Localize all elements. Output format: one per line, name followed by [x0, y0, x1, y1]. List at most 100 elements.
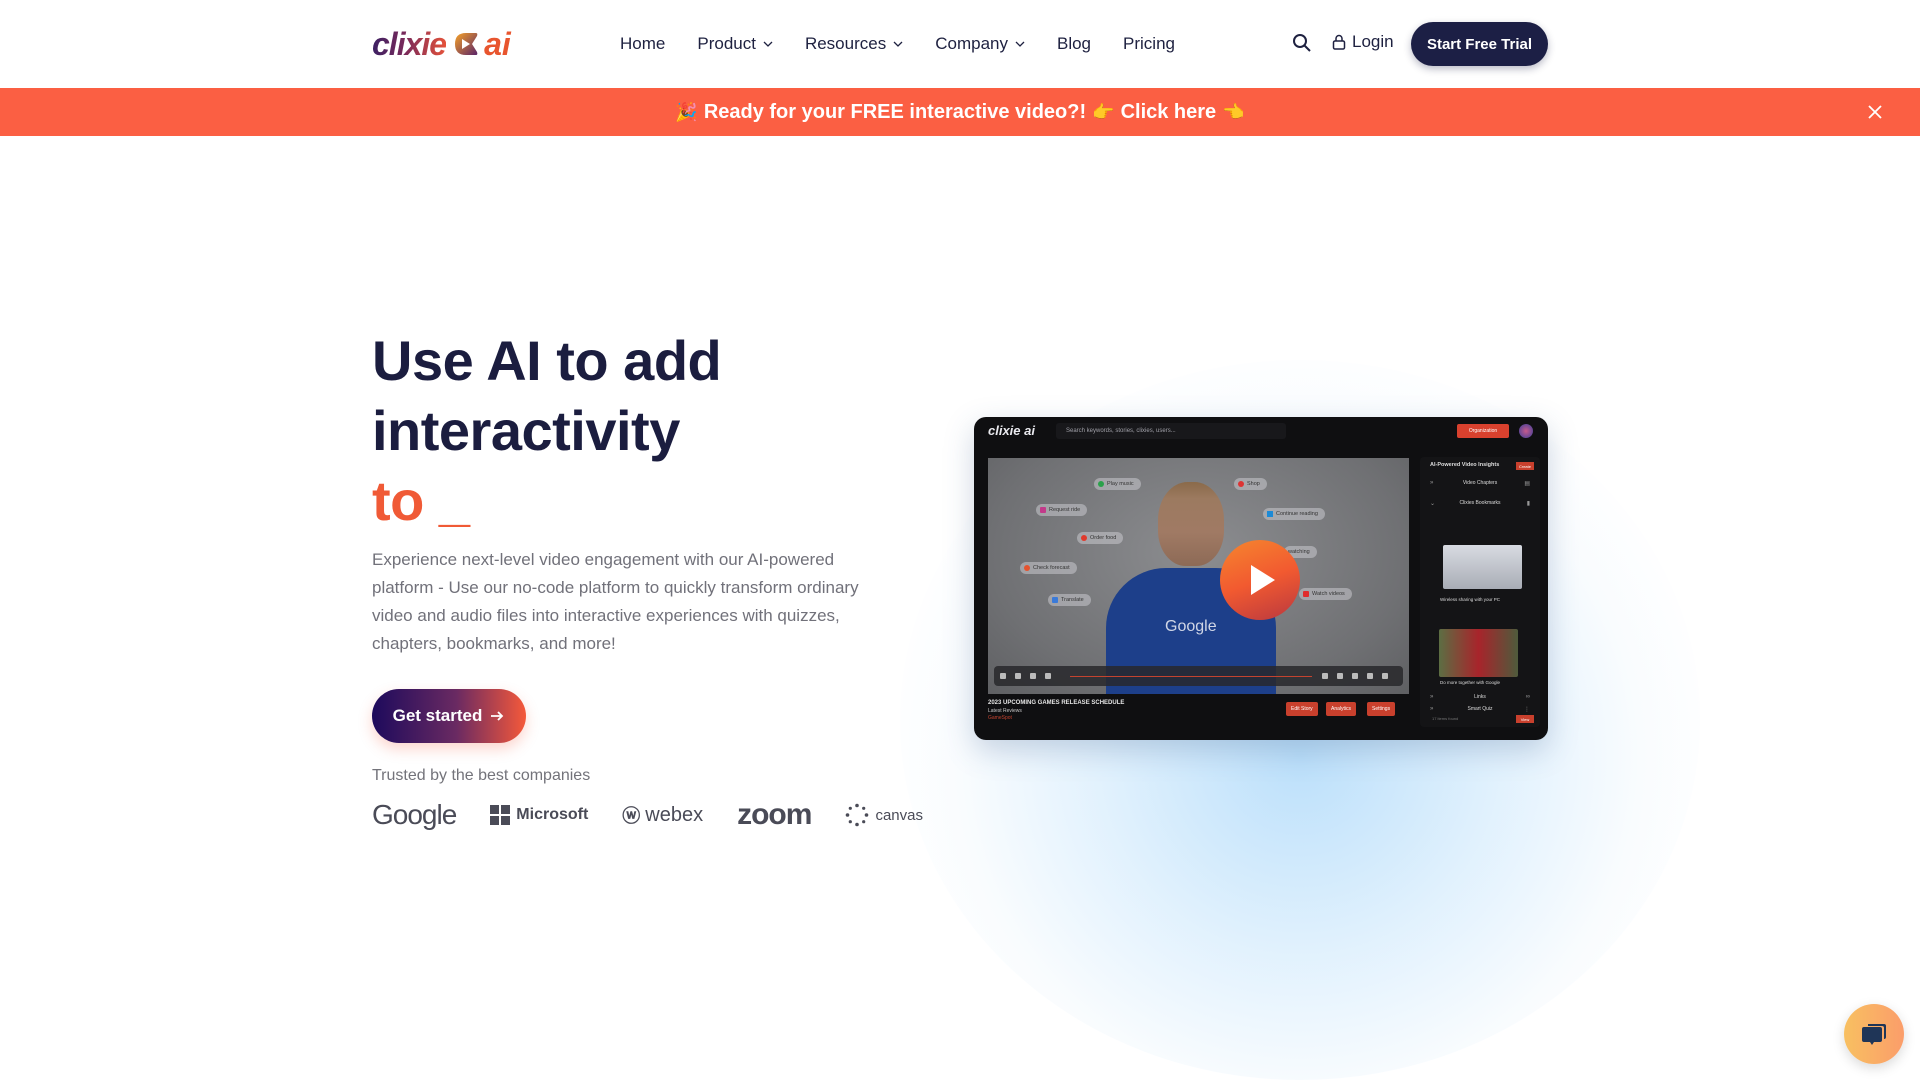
- chip: Request ride: [1036, 504, 1088, 516]
- nav-company[interactable]: Company: [935, 34, 1025, 54]
- logo-text: clixie: [372, 25, 447, 62]
- canvas-logo: canvas: [845, 803, 923, 827]
- chip: Shop: [1234, 478, 1267, 490]
- fullscreen-icon[interactable]: [1382, 673, 1388, 679]
- bookmark-image: [1439, 629, 1518, 677]
- microsoft-logo-text: Microsoft: [516, 806, 589, 823]
- bookmark-caption: Do more together with Google: [1440, 680, 1501, 685]
- nav-pricing[interactable]: Pricing: [1123, 34, 1175, 54]
- settings-icon[interactable]: [1322, 673, 1328, 679]
- site-header: clixie ai Home Product Resources Company…: [0, 0, 1920, 88]
- shirt-brand: Google: [1165, 618, 1217, 635]
- hero-title: Use AI to add interactivity to _: [372, 326, 722, 536]
- hero-description: Experience next-level video engagement w…: [372, 550, 859, 653]
- zoom-logo: zoom: [737, 798, 812, 832]
- video-controls: [994, 666, 1403, 686]
- organization-button: Organization: [1457, 424, 1509, 438]
- caption-icon[interactable]: [1367, 673, 1373, 679]
- get-started-button[interactable]: Get started: [372, 689, 526, 743]
- chip: Check forecast: [1020, 562, 1077, 574]
- promo-banner[interactable]: 🎉 Ready for your FREE interactive video?…: [0, 88, 1920, 136]
- volume-icon[interactable]: [1337, 673, 1343, 679]
- nav-product[interactable]: Product: [697, 34, 773, 54]
- chat-widget-button[interactable]: [1844, 1004, 1904, 1064]
- chip: Continue reading: [1263, 508, 1325, 520]
- chip: Watch videos: [1299, 588, 1352, 600]
- chevron-down-icon: [893, 41, 903, 47]
- company-logos: Google Microsoft ⓦ webex zoom canvas: [372, 795, 957, 835]
- nav-resources[interactable]: Resources: [805, 34, 903, 54]
- get-started-label: Get started: [392, 706, 483, 725]
- google-logo: Google: [372, 799, 457, 831]
- nav-product-label: Product: [697, 34, 756, 53]
- nav-home-label: Home: [620, 34, 666, 53]
- microsoft-logo: Microsoft: [490, 805, 588, 825]
- arrow-right-icon: [491, 711, 504, 721]
- webex-logo: ⓦ webex: [622, 802, 703, 828]
- banner-link[interactable]: Click here: [1121, 101, 1217, 124]
- insights-heading: AI-Powered Video Insights: [1430, 462, 1500, 468]
- nav-company-label: Company: [935, 34, 1008, 53]
- avatar: [1519, 424, 1533, 438]
- webex-icon: ⓦ: [622, 806, 641, 826]
- video-player: Google Play music Shop Request ride Cont…: [988, 458, 1409, 694]
- pointing-left-icon: 👈: [1222, 101, 1245, 122]
- trusted-label: Trusted by the best companies: [372, 767, 591, 784]
- login-link[interactable]: Login: [1332, 32, 1394, 52]
- logo[interactable]: clixie ai: [372, 24, 511, 64]
- search-icon[interactable]: [1292, 33, 1312, 53]
- main-nav: Home Product Resources Company Blog Pric…: [620, 0, 1175, 88]
- video-title: 2023 UPCOMING GAMES RELEASE SCHEDULE: [988, 700, 1125, 706]
- sidebar-row-chapters: » Video Chapters ▤: [1430, 480, 1530, 487]
- view-button: View: [1516, 715, 1534, 723]
- canvas-logo-text: canvas: [875, 806, 923, 824]
- app-search-placeholder: Search keywords, stories, clixies, users…: [1066, 428, 1176, 434]
- canvas-icon: [846, 803, 869, 827]
- progress-track[interactable]: [1070, 675, 1312, 677]
- insights-sidebar: AI-Powered Video Insights Create » Video …: [1420, 457, 1540, 727]
- chat-bubble-icon: [1862, 1024, 1886, 1045]
- grid-icon[interactable]: [1352, 673, 1358, 679]
- play-button[interactable]: [1220, 540, 1300, 620]
- nav-pricing-label: Pricing: [1123, 34, 1175, 53]
- create-button: Create: [1516, 462, 1534, 470]
- bookmark-image: [1443, 545, 1522, 589]
- hero-title-line1: Use AI to add: [372, 329, 722, 392]
- start-free-trial-button[interactable]: Start Free Trial: [1411, 22, 1548, 66]
- pointing-right-icon: 👉: [1092, 101, 1115, 122]
- chip: Order food: [1077, 532, 1124, 544]
- app-logo: clixie ai: [988, 423, 1035, 438]
- items-found: 17 items found: [1432, 716, 1459, 721]
- chevron-down-icon: [1015, 41, 1025, 47]
- hero-title-line2: interactivity: [372, 399, 680, 462]
- previous-icon[interactable]: [1015, 673, 1021, 679]
- app-search-input: Search keywords, stories, clixies, users…: [1056, 423, 1286, 439]
- google-logo-text: Google: [372, 799, 457, 830]
- webex-logo-text: webex: [645, 803, 704, 826]
- edit-story-button: Edit Story: [1286, 702, 1318, 716]
- app-topbar: clixie ai Search keywords, stories, clix…: [974, 417, 1548, 445]
- party-popper-icon: 🎉: [675, 101, 698, 122]
- app-preview: clixie ai Search keywords, stories, clix…: [974, 417, 1548, 740]
- logo-suffix: ai: [484, 25, 511, 62]
- microsoft-grid-icon: [490, 805, 511, 825]
- presenter-head: [1158, 482, 1224, 566]
- settings-button: Settings: [1367, 702, 1396, 716]
- close-icon[interactable]: [1866, 103, 1884, 121]
- chevron-down-icon: [763, 41, 773, 47]
- play-logo-icon: [455, 33, 478, 55]
- video-source: GameSpot: [988, 715, 1012, 721]
- lock-icon: [1332, 34, 1346, 50]
- banner-text: Ready for your FREE interactive video?!: [703, 100, 1087, 123]
- nav-home[interactable]: Home: [620, 34, 665, 54]
- nav-blog[interactable]: Blog: [1057, 34, 1091, 54]
- video-subtitle: Latest Reviews: [988, 708, 1022, 714]
- menu-icon[interactable]: [1000, 673, 1006, 679]
- analytics-button: Analytics: [1326, 702, 1357, 716]
- sidebar-row-bookmarks: ⌄ Clixies Bookmarks ▮: [1430, 500, 1530, 507]
- nav-resources-label: Resources: [804, 34, 887, 53]
- nav-blog-label: Blog: [1056, 34, 1092, 53]
- bookmark-caption: Wireless sharing with your PC: [1440, 597, 1501, 602]
- next-icon[interactable]: [1045, 673, 1051, 679]
- pause-icon[interactable]: [1030, 673, 1036, 679]
